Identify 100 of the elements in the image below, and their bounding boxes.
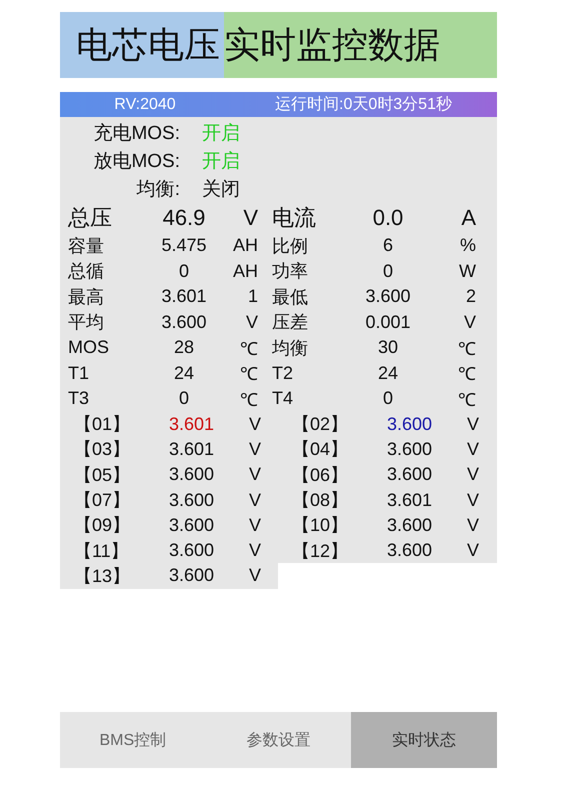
switch-label: 放电MOS:	[93, 150, 180, 174]
stat-unit: 2	[464, 286, 476, 308]
stat-value: 3.601	[160, 286, 208, 308]
stat-label: 总循	[68, 260, 105, 284]
title-text: 电芯电压	[60, 12, 224, 78]
stat-label: 平均	[68, 311, 105, 334]
cell-number: 【09】	[74, 514, 132, 538]
stat-unit: V	[242, 205, 259, 231]
cell-number: 【07】	[74, 489, 132, 512]
stat-value: 0	[178, 388, 190, 410]
stat-label: T1	[68, 362, 90, 384]
cell-voltage: 3.600	[169, 540, 216, 562]
cell-number: 【04】	[292, 438, 350, 462]
cell-voltage: 3.600	[387, 540, 434, 562]
cell-unit: V	[249, 540, 262, 562]
stat-value: 3.600	[160, 312, 208, 333]
cell-unit: V	[467, 414, 480, 435]
cell-unit: V	[467, 540, 480, 562]
title-text: 实时监控数据	[224, 12, 497, 78]
stat-unit: V	[462, 312, 476, 333]
stat-unit: ℃	[457, 363, 476, 386]
stat-unit: AH	[232, 260, 259, 282]
runtime-text: 运行时间:0天0时3分51秒	[274, 94, 453, 115]
cell-unit: V	[249, 464, 262, 486]
stat-label: T2	[272, 362, 294, 384]
cell-unit: V	[467, 464, 480, 486]
cell-number: 【10】	[292, 514, 350, 538]
cell-voltage: 3.600	[169, 464, 216, 486]
stat-value: 3.600	[364, 286, 412, 308]
stat-unit: ℃	[239, 388, 259, 411]
cell-number: 【12】	[292, 540, 350, 563]
stat-label: T3	[68, 388, 90, 410]
cell-number: 【05】	[74, 464, 132, 487]
switch-state: 开启	[202, 122, 241, 146]
cell-voltage: 3.601	[169, 438, 216, 460]
cell-unit: V	[249, 565, 262, 586]
cell-voltage: 3.601	[169, 414, 216, 435]
stat-value: 46.9	[162, 205, 206, 231]
stat-value: 0	[178, 260, 190, 282]
cell-unit: V	[467, 514, 480, 536]
stat-label: 均衡	[272, 336, 309, 360]
stat-value: 30	[376, 337, 400, 358]
stat-label: T4	[272, 388, 294, 410]
stat-label: 最高	[68, 286, 105, 309]
version-text: RV:2040	[113, 96, 177, 114]
stat-label: 功率	[272, 260, 309, 284]
stat-value: 28	[172, 337, 196, 358]
cell-voltage: 3.600	[169, 514, 216, 536]
stat-unit: A	[460, 205, 476, 231]
nav-tab[interactable]: BMS控制	[60, 712, 206, 768]
cell-unit: V	[249, 514, 262, 536]
cell-voltage: 3.600	[387, 514, 434, 536]
cell-voltage: 3.600	[169, 565, 216, 586]
switch-label: 均衡:	[136, 178, 180, 202]
switch-state: 开启	[202, 150, 241, 174]
switch-state: 关闭	[202, 178, 241, 202]
stat-label: 比例	[272, 234, 309, 258]
stat-label: MOS	[68, 337, 110, 358]
nav-tab[interactable]: 实时状态	[351, 712, 497, 768]
stat-value: 24	[172, 362, 196, 384]
stat-unit: W	[458, 260, 476, 282]
cell-number: 【01】	[74, 413, 132, 436]
stat-unit: ℃	[239, 338, 259, 360]
stat-value: 24	[376, 362, 400, 384]
stat-label: 总压	[68, 204, 113, 232]
stat-value: 0.001	[364, 312, 412, 333]
stat-label: 最低	[272, 286, 309, 309]
cell-unit: V	[249, 438, 262, 460]
cell-number: 【06】	[292, 464, 350, 487]
cell-number: 【11】	[74, 540, 130, 563]
stat-unit: V	[244, 312, 259, 333]
switch-label: 充电MOS:	[93, 122, 180, 146]
stat-value: 0	[382, 388, 394, 410]
cell-unit: V	[467, 438, 480, 460]
cell-number: 【08】	[292, 489, 350, 512]
stat-unit: %	[458, 235, 476, 256]
stat-value: 5.475	[160, 235, 208, 256]
stat-value: 0.0	[372, 205, 404, 231]
cell-voltage: 3.601	[387, 490, 434, 511]
stat-unit: 1	[246, 286, 259, 308]
stat-label: 压差	[272, 311, 309, 334]
cell-voltage: 3.600	[387, 438, 434, 460]
cell-number: 【13】	[74, 564, 132, 588]
cell-voltage: 3.600	[387, 464, 434, 486]
stat-value: 6	[382, 235, 394, 256]
stat-label: 电流	[272, 204, 317, 232]
nav-tab[interactable]: 参数设置	[206, 712, 352, 768]
cell-voltage: 3.600	[387, 414, 434, 435]
cell-number: 【03】	[74, 438, 132, 462]
cell-number: 【02】	[292, 413, 350, 436]
stat-unit: ℃	[457, 388, 476, 411]
cell-unit: V	[249, 414, 262, 435]
stat-unit: ℃	[457, 338, 476, 360]
stat-unit: AH	[232, 235, 259, 256]
stat-label: 容量	[68, 234, 105, 258]
cell-unit: V	[249, 490, 262, 511]
stat-unit: ℃	[239, 363, 259, 386]
stat-value: 0	[382, 260, 394, 282]
cell-unit: V	[467, 490, 480, 511]
cell-voltage: 3.600	[169, 490, 216, 511]
